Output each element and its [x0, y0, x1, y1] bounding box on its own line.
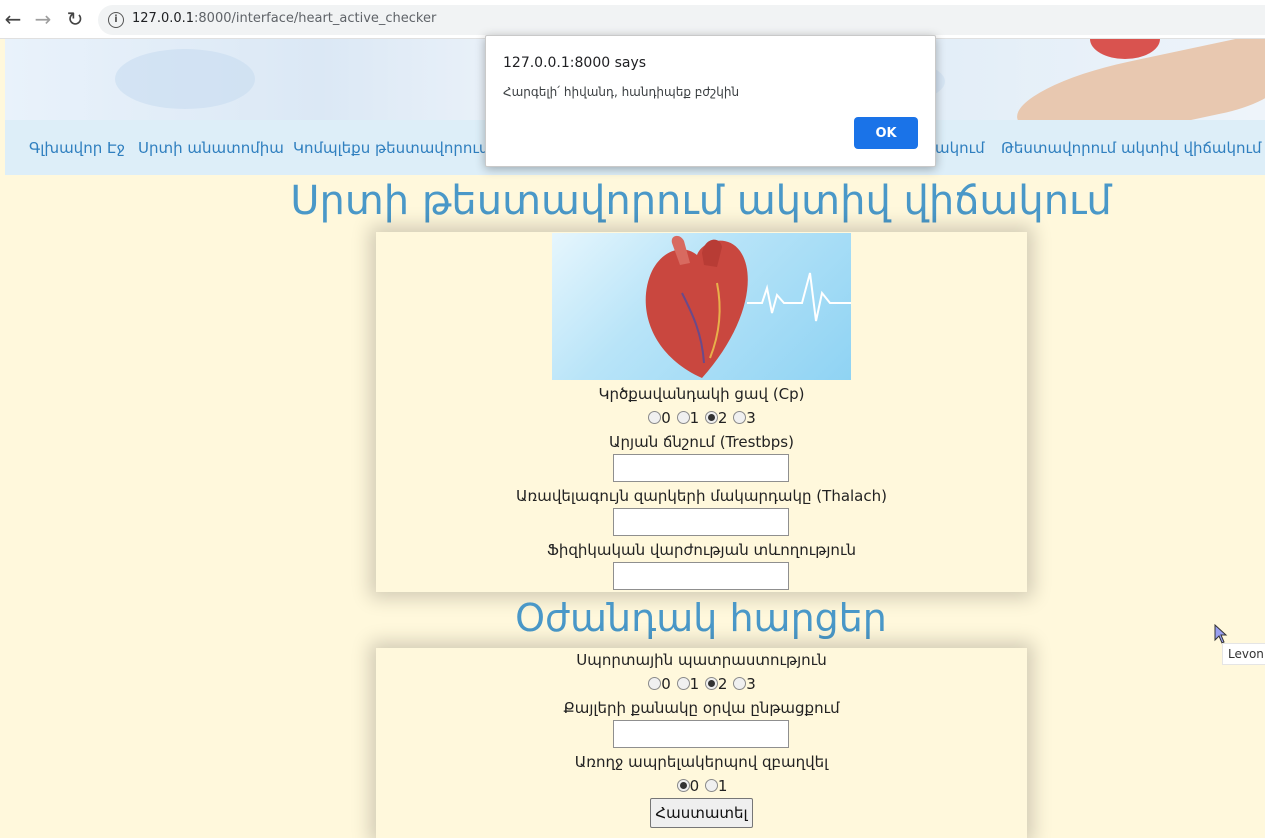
steps-input[interactable] — [613, 720, 789, 748]
sport-radio-group: 0 1 2 3 — [376, 675, 1027, 693]
steps-label: Քայլերի քանակը օրվա ընթացքում — [563, 699, 840, 717]
cp-radio-0[interactable] — [648, 411, 662, 424]
nav-link-partial[interactable]: ակում — [935, 139, 985, 157]
trestbps-input[interactable] — [613, 454, 789, 482]
exercise-duration-label: Ֆիզիկական վարժության տևողություն — [547, 541, 856, 559]
address-bar[interactable]: i 127.0.0.1:8000/interface/heart_active_… — [98, 5, 1265, 35]
sport-radio-3[interactable] — [733, 677, 747, 690]
main-form-panel: Կրծքավանդակի ցավ (Cp) 0 1 2 3 Արյան ճնշո… — [376, 232, 1027, 592]
trestbps-label: Արյան ճնշում (Trestbps) — [609, 433, 794, 451]
tooltip: Levon — [1222, 643, 1265, 665]
sport-option-label: 2 — [717, 675, 728, 693]
url-text[interactable]: 127.0.0.1:8000/interface/heart_active_ch… — [132, 11, 436, 26]
dialog-message: Հարգելի՛ հիվանդ, հանդիպեք բժշկին — [503, 85, 740, 99]
sport-radio-0[interactable] — [648, 677, 662, 690]
back-arrow-icon[interactable]: ← — [0, 6, 26, 32]
cp-label: Կրծքավանդակի ցավ (Cp) — [598, 385, 805, 403]
sport-radio-2[interactable] — [704, 677, 718, 690]
cp-radio-2[interactable] — [704, 411, 718, 424]
healthy-radio-group: 0 1 — [376, 777, 1027, 795]
submit-button[interactable]: Հաստատել — [650, 798, 753, 828]
banner-heart-graphic — [1090, 39, 1160, 59]
info-icon[interactable]: i — [108, 12, 124, 28]
sport-label: Սպորտային պատրաստություն — [576, 651, 827, 669]
forward-arrow-icon[interactable]: → — [30, 6, 56, 32]
extra-form-panel: Սպորտային պատրաստություն 0 1 2 3 Քայլերի… — [376, 648, 1027, 838]
nav-link-complex-test[interactable]: Կոմպլեքս թեստավորում — [293, 139, 488, 157]
nav-link-active-test[interactable]: Թեստավորում ակտիվ վիճակում — [1001, 139, 1262, 157]
cp-option-label: 0 — [661, 409, 671, 427]
banner-decoration — [115, 49, 255, 109]
dialog-ok-button[interactable]: OK — [854, 117, 918, 149]
reload-icon[interactable]: ↻ — [62, 6, 88, 32]
nav-link-anatomy[interactable]: Սրտի անատոմիա — [138, 139, 284, 157]
cp-option-label: 3 — [746, 409, 756, 427]
cp-option-label: 2 — [717, 409, 728, 427]
section-title-extra: Օժանդակ հարցեր — [515, 596, 887, 640]
healthy-option-label: 0 — [689, 777, 700, 795]
dialog-title: 127.0.0.1:8000 says — [503, 55, 647, 71]
healthy-radio-0[interactable] — [676, 779, 690, 792]
thalach-label: Առավելագույն զարկերի մակարդակը (Thalach) — [516, 487, 887, 505]
thalach-input[interactable] — [613, 508, 789, 536]
healthy-option-label: 1 — [717, 777, 728, 795]
page-title: Սրտի թեստավորում ակտիվ վիճակում — [290, 178, 1112, 224]
sport-option-label: 3 — [746, 675, 756, 693]
healthy-radio-1[interactable] — [704, 779, 718, 792]
nav-link-home[interactable]: Գլխավոր Էջ — [29, 139, 125, 157]
exercise-duration-input[interactable] — [613, 562, 789, 590]
healthy-lifestyle-label: Առողջ ապրելակերպով զբաղվել — [574, 753, 829, 771]
alert-dialog: 127.0.0.1:8000 says Հարգելի՛ հիվանդ, հան… — [485, 35, 936, 167]
sport-option-label: 1 — [689, 675, 700, 693]
url-path: :8000/interface/heart_active_checker — [194, 11, 437, 26]
sport-option-label: 0 — [661, 675, 671, 693]
sport-radio-1[interactable] — [676, 677, 690, 690]
cp-radio-1[interactable] — [676, 411, 690, 424]
url-host: 127.0.0.1 — [132, 11, 195, 26]
cp-radio-3[interactable] — [733, 411, 747, 424]
cp-option-label: 1 — [689, 409, 700, 427]
cp-radio-group: 0 1 2 3 — [376, 409, 1027, 427]
heart-image — [552, 233, 851, 380]
browser-toolbar: ← → ↻ i 127.0.0.1:8000/interface/heart_a… — [0, 0, 1265, 39]
